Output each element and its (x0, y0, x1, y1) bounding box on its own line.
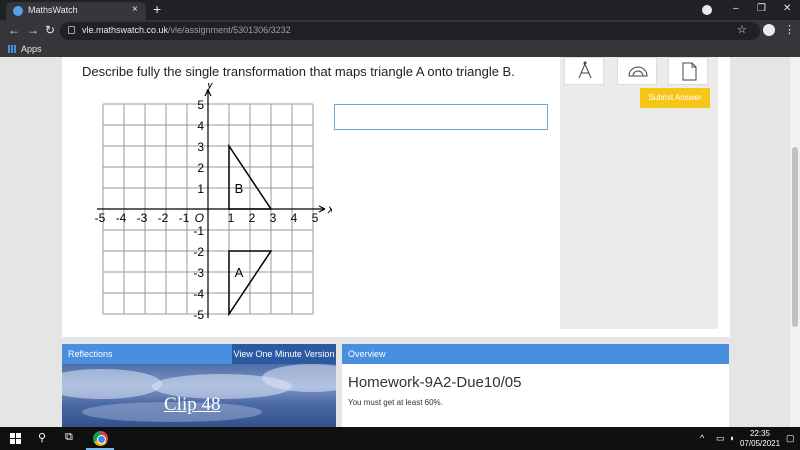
video-header: Reflections View One Minute Version (62, 344, 336, 364)
x-tick-label: -4 (116, 211, 127, 225)
browser-tab[interactable]: MathsWatch × (6, 2, 146, 20)
reload-icon[interactable]: ↻ (45, 23, 55, 37)
y-tick-label: -5 (193, 308, 204, 322)
x-tick-label: 1 (228, 211, 235, 225)
x-tick-label: -5 (95, 211, 106, 225)
y-tick-label: 5 (197, 98, 204, 112)
y-tick-label: 2 (197, 161, 204, 175)
y-tick-label: -4 (193, 287, 204, 301)
x-tick-label: 5 (312, 211, 319, 225)
formula-sheet-button[interactable] (668, 57, 708, 85)
minimize-button[interactable]: – (733, 3, 739, 14)
back-arrow-icon[interactable]: ← (8, 23, 20, 37)
windows-start-icon[interactable] (10, 433, 21, 444)
view-one-minute-button[interactable]: View One Minute Version (232, 344, 336, 364)
origin-label: O (195, 211, 204, 225)
bookmark-apps[interactable]: Apps (21, 44, 42, 54)
close-window-button[interactable]: ✕ (783, 3, 791, 14)
bookmarks-bar: Apps (0, 42, 800, 57)
protractor-tool-button[interactable] (617, 57, 657, 85)
address-bar[interactable]: vle.mathswatch.co.uk/vle/assignment/5301… (60, 22, 760, 40)
download-icon[interactable] (702, 5, 712, 15)
network-icon[interactable]: ▭ (716, 433, 725, 444)
submit-answer-button[interactable]: Submit Answer (640, 88, 710, 108)
overview-title: Overview (348, 349, 386, 359)
mathswatch-favicon-icon (13, 6, 23, 16)
overview-header: Overview (342, 344, 729, 364)
clock-time: 22:35 (749, 429, 771, 438)
page-content: Describe fully the single transformation… (0, 57, 790, 427)
tab-title: MathsWatch (28, 5, 78, 15)
video-panel: Reflections View One Minute Version Clip… (62, 344, 336, 427)
x-tick-label: -3 (137, 211, 148, 225)
clip-link[interactable]: Clip 48 (164, 394, 220, 416)
tray-chevron-icon[interactable]: ^ (700, 433, 704, 443)
new-tab-button[interactable]: + (153, 1, 161, 17)
video-thumbnail[interactable]: Clip 48 (62, 364, 336, 427)
task-view-icon[interactable]: ⧉ (65, 431, 73, 444)
y-axis-label: y (206, 83, 214, 91)
search-icon[interactable]: ⚲ (38, 431, 46, 444)
protractor-icon (628, 66, 648, 77)
y-tick-label: -2 (193, 245, 204, 259)
tab-strip: MathsWatch × + – ❐ ✕ (0, 0, 800, 20)
overview-panel: Overview Homework-9A2-Due10/05 You must … (342, 344, 729, 427)
x-tick-label: 2 (249, 211, 256, 225)
clock[interactable]: 22:35 07/05/2021 (740, 429, 780, 449)
tab-close-icon[interactable]: × (132, 4, 138, 15)
y-tick-label: 3 (197, 140, 204, 154)
document-icon (682, 62, 697, 81)
compass-tool-button[interactable] (564, 57, 604, 85)
x-tick-label: -1 (179, 211, 190, 225)
browser-toolbar: ← → ↻ vle.mathswatch.co.uk/vle/assignmen… (0, 20, 800, 42)
y-tick-label: 4 (197, 119, 204, 133)
y-tick-label: 1 (197, 182, 204, 196)
y-tick-label: -3 (193, 266, 204, 280)
answer-input[interactable] (334, 104, 548, 130)
video-section-title: Reflections (68, 349, 113, 359)
forward-arrow-icon[interactable]: → (27, 23, 39, 37)
homework-title: Homework-9A2-Due10/05 (348, 374, 522, 391)
clock-date: 07/05/2021 (740, 439, 781, 448)
profile-avatar-icon[interactable] (763, 24, 775, 36)
windows-taskbar: ⚲ ⧉ ^ ▭ ◖ 22:35 07/05/2021 ▢ (0, 427, 800, 450)
x-tick-label: 4 (291, 211, 298, 225)
x-tick-label: 3 (270, 211, 277, 225)
bookmark-star-icon[interactable]: ☆ (737, 23, 747, 36)
question-text: Describe fully the single transformation… (82, 64, 515, 79)
notifications-icon[interactable]: ▢ (786, 433, 795, 444)
compass-icon (578, 61, 592, 79)
lock-icon (68, 26, 75, 34)
maximize-button[interactable]: ❐ (757, 3, 766, 14)
triangle-a-label: A (235, 265, 244, 280)
tools-panel: Submit Answer (560, 57, 718, 329)
x-tick-label: -2 (158, 211, 169, 225)
coordinate-grid: -5-4-3-2-11234554321-1-2-3-4-5Oxy AB (95, 83, 332, 322)
url-text: vle.mathswatch.co.uk/vle/assignment/5301… (82, 25, 291, 35)
x-axis-label: x (327, 202, 332, 216)
volume-icon[interactable]: ◖ (729, 433, 734, 443)
question-card: Describe fully the single transformation… (62, 57, 730, 337)
menu-dots-icon[interactable]: ⋮ (784, 23, 795, 36)
y-tick-label: -1 (193, 224, 204, 238)
triangle-b-label: B (235, 181, 244, 196)
scroll-thumb[interactable] (792, 147, 798, 327)
page-scrollbar[interactable] (790, 57, 800, 427)
homework-requirement: You must get at least 60%. (348, 398, 443, 407)
apps-grid-icon[interactable] (8, 45, 16, 53)
chrome-icon[interactable] (93, 431, 108, 446)
